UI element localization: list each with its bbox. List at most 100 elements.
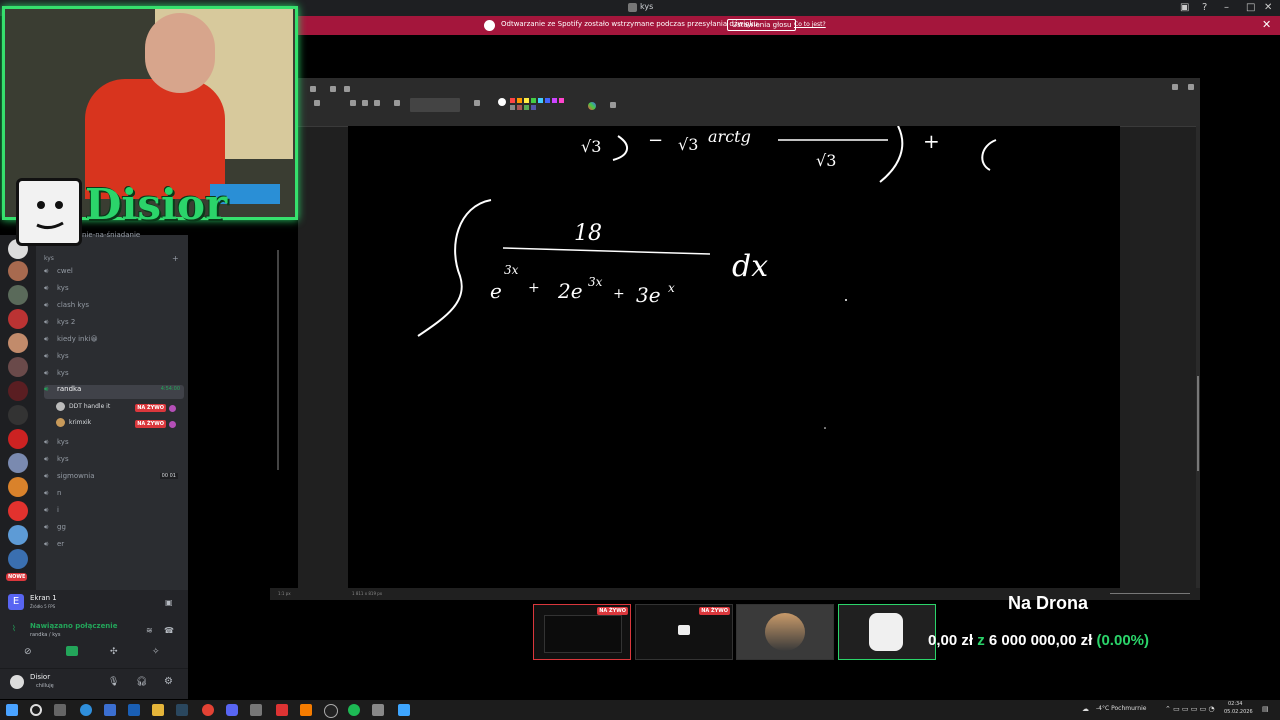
color-green[interactable]	[531, 98, 536, 103]
redo-icon[interactable]	[344, 86, 350, 92]
user-name[interactable]: Disior	[30, 673, 50, 681]
inbox-icon[interactable]: ▣	[1180, 2, 1189, 13]
explorer-icon[interactable]	[152, 704, 164, 716]
voice-channel[interactable]: 🔊︎ gg	[44, 523, 184, 537]
voice-user[interactable]: krimxik NA ŻYWO	[56, 418, 184, 432]
voice-channel-active[interactable]: 🔊︎ randka 4:54:00	[44, 385, 184, 399]
user-avatar[interactable]	[10, 675, 24, 689]
color-darkgreen[interactable]	[524, 105, 529, 110]
tray-icons[interactable]: ⌃ ▭ ▭ ▭ ▭ ◔	[1165, 705, 1215, 713]
settings-gear-icon[interactable]: ⚙	[164, 676, 173, 687]
server-icon-13[interactable]	[8, 525, 28, 545]
store-icon[interactable]	[104, 704, 116, 716]
voice-channel[interactable]: 🔊︎ kys	[44, 455, 184, 469]
server-icon-12[interactable]	[8, 501, 28, 521]
connection-location[interactable]: randka / kys	[30, 632, 60, 638]
noise-suppression-icon[interactable]: ≋	[146, 626, 153, 635]
stream-thumbnail-4[interactable]	[838, 604, 936, 660]
add-channel-icon[interactable]: +	[172, 254, 179, 263]
canvas-scrollbar[interactable]	[1196, 126, 1200, 588]
soundboard-icon[interactable]: ✧	[152, 647, 160, 657]
color-1-swatch[interactable]	[498, 98, 506, 106]
server-icon-3[interactable]	[8, 285, 28, 305]
close-button[interactable]: ✕	[1264, 2, 1272, 13]
stream-thumbnail-1[interactable]: NA ŻYWO	[533, 604, 631, 660]
voice-channel[interactable]: 🔊︎ kys 2	[44, 318, 184, 332]
help-icon[interactable]: ?	[1202, 2, 1207, 13]
weather-text[interactable]: -4°C Pochmurnie	[1096, 705, 1146, 712]
server-icon-2[interactable]	[8, 261, 28, 281]
share-screen-button[interactable]	[66, 646, 78, 656]
camera-off-icon[interactable]: ⊘	[24, 647, 32, 657]
app-icon-1[interactable]	[250, 704, 262, 716]
text-channel-top[interactable]: wanie-na-śniadanie	[72, 231, 212, 245]
voice-channel[interactable]: 🔊︎ i	[44, 506, 184, 520]
server-icon-4[interactable]	[8, 309, 28, 329]
clock-time[interactable]: 02:34	[1228, 701, 1242, 707]
what-is-this-link[interactable]: Co to jest?	[794, 21, 826, 28]
stream-thumbnail-2[interactable]: NA ŻYWO	[635, 604, 733, 660]
voice-channel[interactable]: 🔊︎ cwel	[44, 267, 184, 281]
server-icon-14[interactable]	[8, 549, 28, 569]
voice-settings-button[interactable]: Ustawienia głosu	[727, 19, 797, 31]
outlook-icon[interactable]	[128, 704, 140, 716]
start-icon[interactable]	[6, 704, 18, 716]
layers-icon[interactable]	[610, 102, 616, 108]
activities-icon[interactable]: ✣	[110, 647, 118, 657]
server-icon-11[interactable]	[8, 477, 28, 497]
voice-channel[interactable]: 🔊︎ kys	[44, 369, 184, 383]
pencil-icon[interactable]	[350, 100, 356, 106]
shapes-panel[interactable]	[410, 98, 460, 112]
server-icon-10[interactable]	[8, 453, 28, 473]
fill-icon[interactable]	[362, 100, 368, 106]
voice-channel[interactable]: 🔊︎ kys	[44, 352, 184, 366]
paint-min-icon[interactable]	[1172, 84, 1178, 90]
paint-close-icon[interactable]	[1188, 84, 1194, 90]
color-purple[interactable]	[552, 98, 557, 103]
color-yellow[interactable]	[524, 98, 529, 103]
stream-thumbnail-3[interactable]	[736, 604, 834, 660]
color-cyan[interactable]	[538, 98, 543, 103]
obs-icon[interactable]	[324, 704, 338, 718]
color-brown[interactable]	[517, 105, 522, 110]
app-icon-4[interactable]	[372, 704, 384, 716]
select-icon[interactable]	[314, 100, 320, 106]
steam-icon[interactable]	[176, 704, 188, 716]
color-gray[interactable]	[510, 105, 515, 110]
spotify-icon[interactable]	[348, 704, 360, 716]
paint-canvas[interactable]: √3 − √3 arctg √3 + 18 e 3x + 2e 3x + 3e …	[348, 126, 1120, 588]
chrome-icon[interactable]	[202, 704, 214, 716]
clock-date[interactable]: 05.02.2026	[1224, 709, 1253, 715]
server-icon-5[interactable]	[8, 333, 28, 353]
disconnect-icon[interactable]: ☎	[164, 626, 174, 635]
voice-channel[interactable]: 🔊︎ n	[44, 489, 184, 503]
discord-icon[interactable]	[226, 704, 238, 716]
notification-icon[interactable]: ▤	[1262, 705, 1269, 713]
server-icon-6[interactable]	[8, 357, 28, 377]
scroll-thumb[interactable]	[1197, 376, 1199, 471]
weather-icon[interactable]: ☁	[1082, 705, 1089, 713]
color-red[interactable]	[510, 98, 515, 103]
color-blue[interactable]	[545, 98, 550, 103]
voice-channel[interactable]: 🔊︎ kiedy inki😀	[44, 335, 184, 349]
voice-channel[interactable]: 🔊︎ er	[44, 540, 184, 554]
app-icon-2[interactable]	[276, 704, 288, 716]
menu-icon[interactable]	[310, 86, 316, 92]
headphones-icon[interactable]: 🎧︎	[136, 677, 147, 687]
task-view-icon[interactable]	[54, 704, 66, 716]
color-navy[interactable]	[531, 105, 536, 110]
voice-channel[interactable]: 🔊︎ clash kys	[44, 301, 184, 315]
app-icon-3[interactable]	[300, 704, 312, 716]
search-icon[interactable]	[30, 704, 42, 716]
brush-icon[interactable]	[394, 100, 400, 106]
banner-close-icon[interactable]: ✕	[1262, 18, 1271, 31]
voice-channel[interactable]: 🔊︎ kys	[44, 438, 184, 452]
color-orange[interactable]	[517, 98, 522, 103]
microphone-icon[interactable]: 🎙︎	[108, 677, 119, 687]
voice-user[interactable]: DDT handle it NA ŻYWO	[56, 402, 184, 416]
paint-icon[interactable]	[398, 704, 410, 716]
screen-icon[interactable]: ▣	[165, 598, 173, 607]
category-label[interactable]: kys	[44, 255, 54, 262]
edge-icon[interactable]	[80, 704, 92, 716]
connection-status[interactable]: Nawiązano połączenie	[30, 622, 117, 630]
